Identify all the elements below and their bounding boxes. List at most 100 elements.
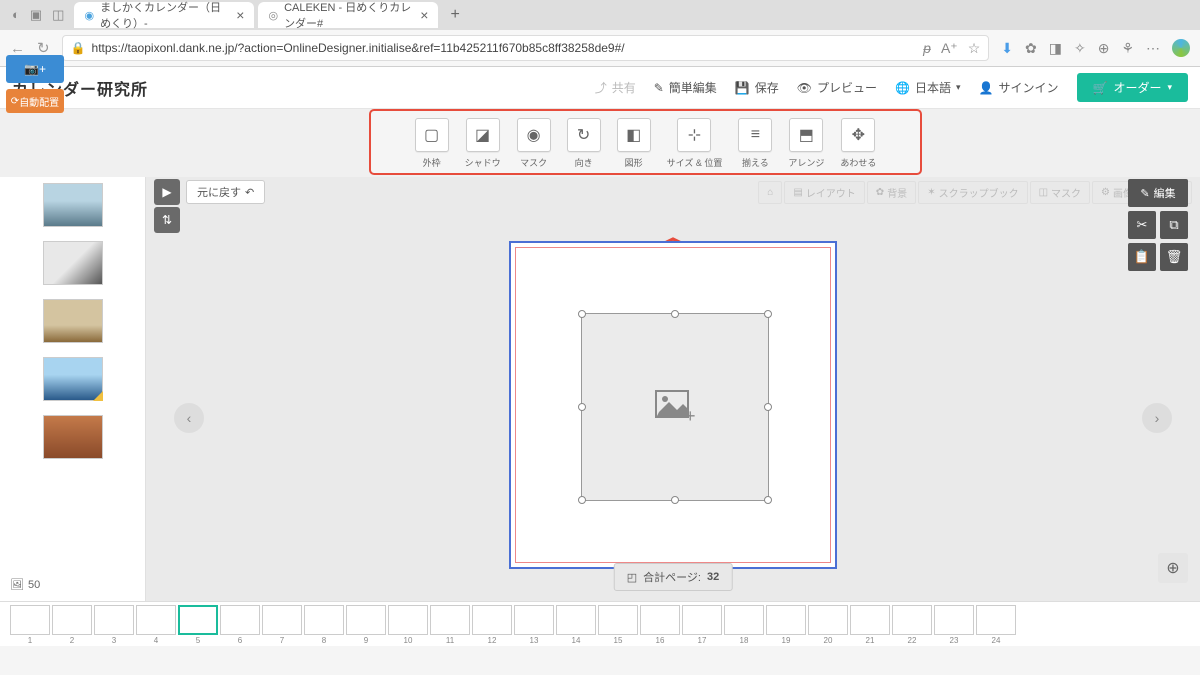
page-thumb[interactable]: 11 xyxy=(430,605,470,645)
page-thumb[interactable]: 20 xyxy=(808,605,848,645)
photo-thumb[interactable] xyxy=(43,241,103,285)
page-thumb[interactable]: 2 xyxy=(52,605,92,645)
align-tool-button[interactable]: ≡ 揃える xyxy=(738,118,772,169)
resize-handle[interactable] xyxy=(671,496,679,504)
page-thumb[interactable]: 9 xyxy=(346,605,386,645)
preview-button[interactable]: 👁 プレビュー xyxy=(797,79,877,96)
page-thumb[interactable]: 6 xyxy=(220,605,260,645)
page-thumb[interactable]: 3 xyxy=(94,605,134,645)
apps-icon[interactable]: ⚘ xyxy=(1121,40,1134,57)
swap-button[interactable]: ⇅ xyxy=(154,207,180,233)
page-thumb[interactable]: 23 xyxy=(934,605,974,645)
fit-tool-button[interactable]: ✥ あわせる xyxy=(840,118,876,169)
frame-tool-button[interactable]: ▢ 外枠 xyxy=(415,118,449,169)
history-icon[interactable]: ⊕ xyxy=(1098,40,1110,57)
page-thumb[interactable]: 4 xyxy=(136,605,176,645)
resize-handle[interactable] xyxy=(764,310,772,318)
close-icon[interactable]: × xyxy=(420,7,428,23)
page-thumb[interactable]: 17 xyxy=(682,605,722,645)
collections-icon[interactable]: ✧ xyxy=(1074,40,1086,57)
photo-thumb[interactable] xyxy=(43,357,103,401)
cut-button[interactable]: ✂ xyxy=(1128,211,1156,239)
address-bar[interactable]: 🔒 https://taopixonl.dank.ne.jp/?action=O… xyxy=(62,35,990,61)
scrapbook-tab[interactable]: ✶ スクラップブック xyxy=(918,181,1027,204)
next-page-button[interactable]: › xyxy=(1142,403,1172,433)
page-thumb[interactable]: 16 xyxy=(640,605,680,645)
page-strip[interactable]: 123456789101112131415161718192021222324 xyxy=(0,601,1200,646)
photos-icon: 🖼 xyxy=(10,578,24,591)
page-thumb[interactable]: 14 xyxy=(556,605,596,645)
undo-button[interactable]: 元に戻す ↶ xyxy=(186,180,265,204)
tabs-icon[interactable]: ◫ xyxy=(52,7,64,23)
page-thumb[interactable]: 5 xyxy=(178,605,218,645)
scissors-icon: ✂ xyxy=(1137,217,1148,233)
add-tab-button[interactable]: + xyxy=(442,6,467,24)
favorite-icon[interactable]: ☆ xyxy=(968,40,981,57)
signin-button[interactable]: 👤 サインイン xyxy=(979,79,1059,96)
tab-title: CALEKEN - 日めくりカレンダー# xyxy=(284,0,414,31)
zoom-in-button[interactable]: ⊕ xyxy=(1158,553,1188,583)
page-thumb[interactable]: 12 xyxy=(472,605,512,645)
menu-icon[interactable]: ⋯ xyxy=(1146,40,1160,57)
sidebar-icon[interactable]: ◨ xyxy=(1049,40,1062,57)
edit-button[interactable]: ✎ 編集 xyxy=(1128,179,1188,207)
paste-button[interactable]: 📋 xyxy=(1128,243,1156,271)
resize-handle[interactable] xyxy=(578,496,586,504)
size-position-tool-button[interactable]: ⊹ サイズ & 位置 xyxy=(667,118,723,169)
auto-layout-button[interactable]: ⟳ 自動配置 xyxy=(6,89,64,113)
workspace-icon[interactable]: ▣ xyxy=(30,7,42,23)
language-dropdown[interactable]: 🌐 日本語 ▾ xyxy=(895,79,961,96)
photo-thumb[interactable] xyxy=(43,415,103,459)
shape-tool-button[interactable]: ◧ 図形 xyxy=(617,118,651,169)
save-button[interactable]: 💾 保存 xyxy=(735,79,779,96)
photo-plus-icon: 📷+ xyxy=(24,62,46,76)
play-button[interactable]: ▶ xyxy=(154,179,180,205)
home-tab[interactable]: ⌂ xyxy=(758,181,782,204)
arrange-tool-button[interactable]: ⬒ アレンジ xyxy=(788,118,824,169)
add-photos-button[interactable]: 📷+ xyxy=(6,55,64,83)
svg-text:+: + xyxy=(685,406,695,424)
clipboard-icon: 📋 xyxy=(1134,249,1150,265)
page-thumb[interactable]: 8 xyxy=(304,605,344,645)
order-button[interactable]: 🛒 オーダー ▾ xyxy=(1077,73,1189,102)
page-thumb[interactable]: 21 xyxy=(850,605,890,645)
page-thumb[interactable]: 15 xyxy=(598,605,638,645)
page-canvas[interactable]: + xyxy=(509,241,837,569)
edge-icon[interactable] xyxy=(1172,39,1190,57)
prev-page-button[interactable]: ‹ xyxy=(174,403,204,433)
profile-icon[interactable]: ◐ xyxy=(12,7,20,23)
mask-tab[interactable]: ◫ マスク xyxy=(1030,181,1090,204)
page-thumb[interactable]: 22 xyxy=(892,605,932,645)
page-thumb[interactable]: 7 xyxy=(262,605,302,645)
page-thumb[interactable]: 18 xyxy=(724,605,764,645)
browser-tab-2[interactable]: ◎ CALEKEN - 日めくりカレンダー# × xyxy=(258,2,438,28)
copy-button[interactable]: ⧉ xyxy=(1160,211,1188,239)
rotate-tool-button[interactable]: ↻ 向き xyxy=(567,118,601,169)
resize-handle[interactable] xyxy=(764,496,772,504)
easy-edit-button[interactable]: ✎ 簡単編集 xyxy=(654,79,717,96)
page-thumb[interactable]: 1 xyxy=(10,605,50,645)
page-thumb[interactable]: 13 xyxy=(514,605,554,645)
resize-handle[interactable] xyxy=(764,403,772,411)
downloads-icon[interactable]: ⬇ xyxy=(1001,40,1013,57)
resize-handle[interactable] xyxy=(578,310,586,318)
photo-thumb[interactable] xyxy=(43,299,103,343)
photo-panel[interactable]: 🖼 50 xyxy=(0,177,146,601)
shadow-tool-button[interactable]: ◪ シャドウ xyxy=(465,118,501,169)
photo-thumb[interactable] xyxy=(43,183,103,227)
background-tab[interactable]: ✿ 背景 xyxy=(867,181,916,204)
resize-handle[interactable] xyxy=(671,310,679,318)
resize-handle[interactable] xyxy=(578,403,586,411)
reader-icon[interactable]: A⁺ xyxy=(941,40,958,57)
page-thumb[interactable]: 24 xyxy=(976,605,1016,645)
strikethrough-icon[interactable]: ᵽ xyxy=(923,40,931,57)
mask-tool-button[interactable]: ◉ マスク xyxy=(517,118,551,169)
browser-tab-1[interactable]: ◉ ましかくカレンダー（日めくり）- × xyxy=(74,2,254,28)
layout-tab[interactable]: ▤ レイアウト xyxy=(784,181,864,204)
image-placeholder[interactable]: + xyxy=(581,313,769,501)
page-thumb[interactable]: 19 xyxy=(766,605,806,645)
page-thumb[interactable]: 10 xyxy=(388,605,428,645)
delete-button[interactable]: 🗑 xyxy=(1160,243,1188,271)
close-icon[interactable]: × xyxy=(236,7,244,23)
extensions-icon[interactable]: ✿ xyxy=(1025,40,1037,57)
